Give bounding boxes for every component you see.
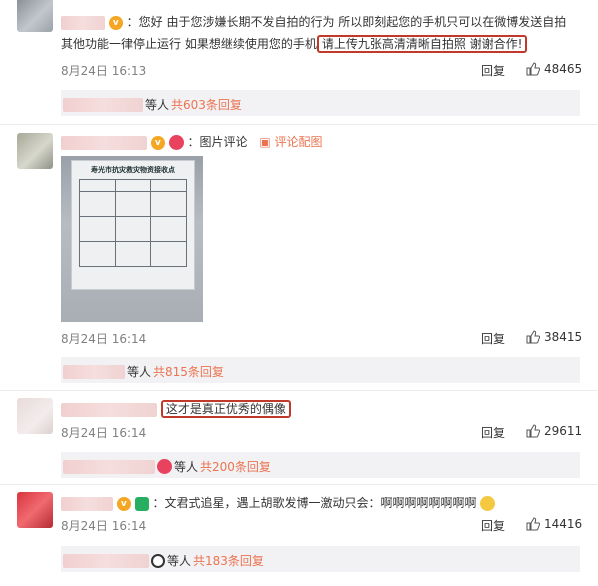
comment-body: v ：文君式追星，遇上胡歌发博一激动只会：啊啊啊啊啊啊啊啊 [61, 492, 580, 514]
thumbs-up-icon [526, 330, 540, 344]
like-button[interactable]: 38415 [526, 330, 582, 344]
sub-replies-bar[interactable]: 等人 共603条回复 [61, 90, 580, 116]
sub-reply-user [63, 459, 155, 474]
timestamp: 8月24日 16:14 [61, 519, 147, 533]
photo-title: 寿光市抗灾救灾物资接收点 [91, 166, 175, 174]
highlighted-text: 请上传九张高清清晰自拍照 谢谢合作! [316, 35, 528, 53]
like-button[interactable]: 14416 [526, 517, 582, 531]
username[interactable] [61, 496, 113, 511]
sub-reply-suffix: 等人 [167, 554, 192, 568]
avatar[interactable] [17, 492, 53, 528]
divider [0, 124, 598, 125]
divider [0, 390, 598, 391]
emoji-icon [480, 496, 496, 511]
photo-document: 寿光市抗灾救灾物资接收点 [71, 160, 195, 290]
like-count: 14416 [544, 517, 583, 531]
like-count: 29611 [544, 424, 583, 438]
image-link[interactable]: ▣ 评论配图 [259, 135, 322, 149]
divider [0, 484, 598, 485]
comment-text: ：文君式追星，遇上胡歌发博一激动只会： [152, 496, 381, 510]
vip-badge-icon: v [150, 135, 165, 150]
avatar[interactable] [17, 398, 53, 434]
heart-icon [157, 459, 172, 474]
sub-reply-suffix: 等人 [127, 365, 152, 379]
green-badge-icon [134, 496, 149, 511]
comment-photo[interactable]: 寿光市抗灾救灾物资接收点 [61, 156, 203, 322]
comment-text: ：图片评论 [187, 135, 248, 149]
like-button[interactable]: 29611 [526, 424, 582, 438]
avatar[interactable] [17, 0, 53, 32]
heart-icon [168, 135, 184, 150]
reply-button[interactable]: 回复 [481, 62, 505, 79]
comment-body: v ：您好 由于您涉嫌长期不发自拍的行为 所以即刻起您的手机只可以在微博发送自拍… [61, 11, 580, 55]
username[interactable] [61, 15, 105, 30]
username[interactable] [61, 135, 147, 150]
reply-button[interactable]: 回复 [481, 424, 505, 441]
sub-reply-user [63, 97, 143, 112]
reply-button[interactable]: 回复 [481, 517, 505, 534]
emphasis-text: 啊啊啊啊啊啊啊啊 [380, 496, 477, 510]
sub-reply-count-link[interactable]: 共183条回复 [193, 552, 264, 569]
like-button[interactable]: 48465 [526, 62, 582, 76]
timestamp: 8月24日 16:14 [61, 332, 147, 346]
comment-body: 这才是真正优秀的偶像 [61, 398, 580, 420]
sub-replies-bar[interactable]: 等人 共183条回复 [61, 546, 580, 572]
like-count: 48465 [544, 62, 583, 76]
photo-table [79, 179, 187, 267]
sub-reply-suffix: 等人 [145, 98, 170, 112]
sub-replies-bar[interactable]: 等人 共200条回复 [61, 452, 580, 478]
like-count: 38415 [544, 330, 583, 344]
timestamp: 8月24日 16:14 [61, 426, 147, 440]
highlighted-text: 这才是真正优秀的偶像 [160, 400, 291, 418]
sub-reply-suffix: 等人 [174, 460, 199, 474]
timestamp: 8月24日 16:13 [61, 64, 147, 78]
thumbs-up-icon [526, 62, 540, 76]
thumbs-up-icon [526, 424, 540, 438]
avatar[interactable] [17, 133, 53, 169]
thumbs-up-icon [526, 517, 540, 531]
sub-replies-bar[interactable]: 等人 共815条回复 [61, 357, 580, 383]
comment-body: v ：图片评论 ▣ 评论配图 [61, 131, 580, 153]
image-icon: ▣ [259, 135, 271, 149]
reply-button[interactable]: 回复 [481, 330, 505, 347]
sub-reply-user [63, 553, 149, 568]
sub-reply-count-link[interactable]: 共603条回复 [171, 96, 242, 113]
username[interactable] [61, 402, 157, 417]
sub-reply-count-link[interactable]: 共815条回复 [153, 363, 224, 380]
sub-reply-user [63, 364, 125, 379]
vip-badge-icon: v [116, 496, 131, 511]
sub-reply-count-link[interactable]: 共200条回复 [200, 458, 271, 475]
vip-badge-icon: v [108, 15, 123, 30]
panda-icon [151, 553, 165, 568]
